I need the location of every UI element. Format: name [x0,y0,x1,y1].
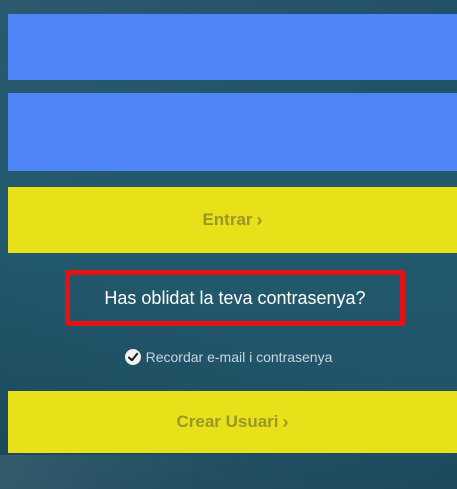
chevron-right-icon: › [256,210,263,230]
check-icon [127,352,138,362]
create-user-button[interactable]: Crear Usuari › [8,391,457,453]
forgot-password-link[interactable]: Has oblidat la teva contrasenya? [65,270,405,326]
background-shard [0,455,457,489]
remember-checkbox[interactable] [124,349,141,365]
login-button-label: Entrar [202,210,253,229]
login-button[interactable]: Entrar › [8,187,457,253]
chevron-right-icon: › [282,412,289,432]
remember-credentials-row: Recordar e-mail i contrasenya [0,345,457,369]
remember-label: Recordar e-mail i contrasenya [145,349,333,365]
password-field[interactable] [8,93,457,171]
forgot-password-label: Has oblidat la teva contrasenya? [104,287,366,308]
email-field[interactable] [8,14,457,80]
create-user-button-label: Crear Usuari [176,412,279,431]
